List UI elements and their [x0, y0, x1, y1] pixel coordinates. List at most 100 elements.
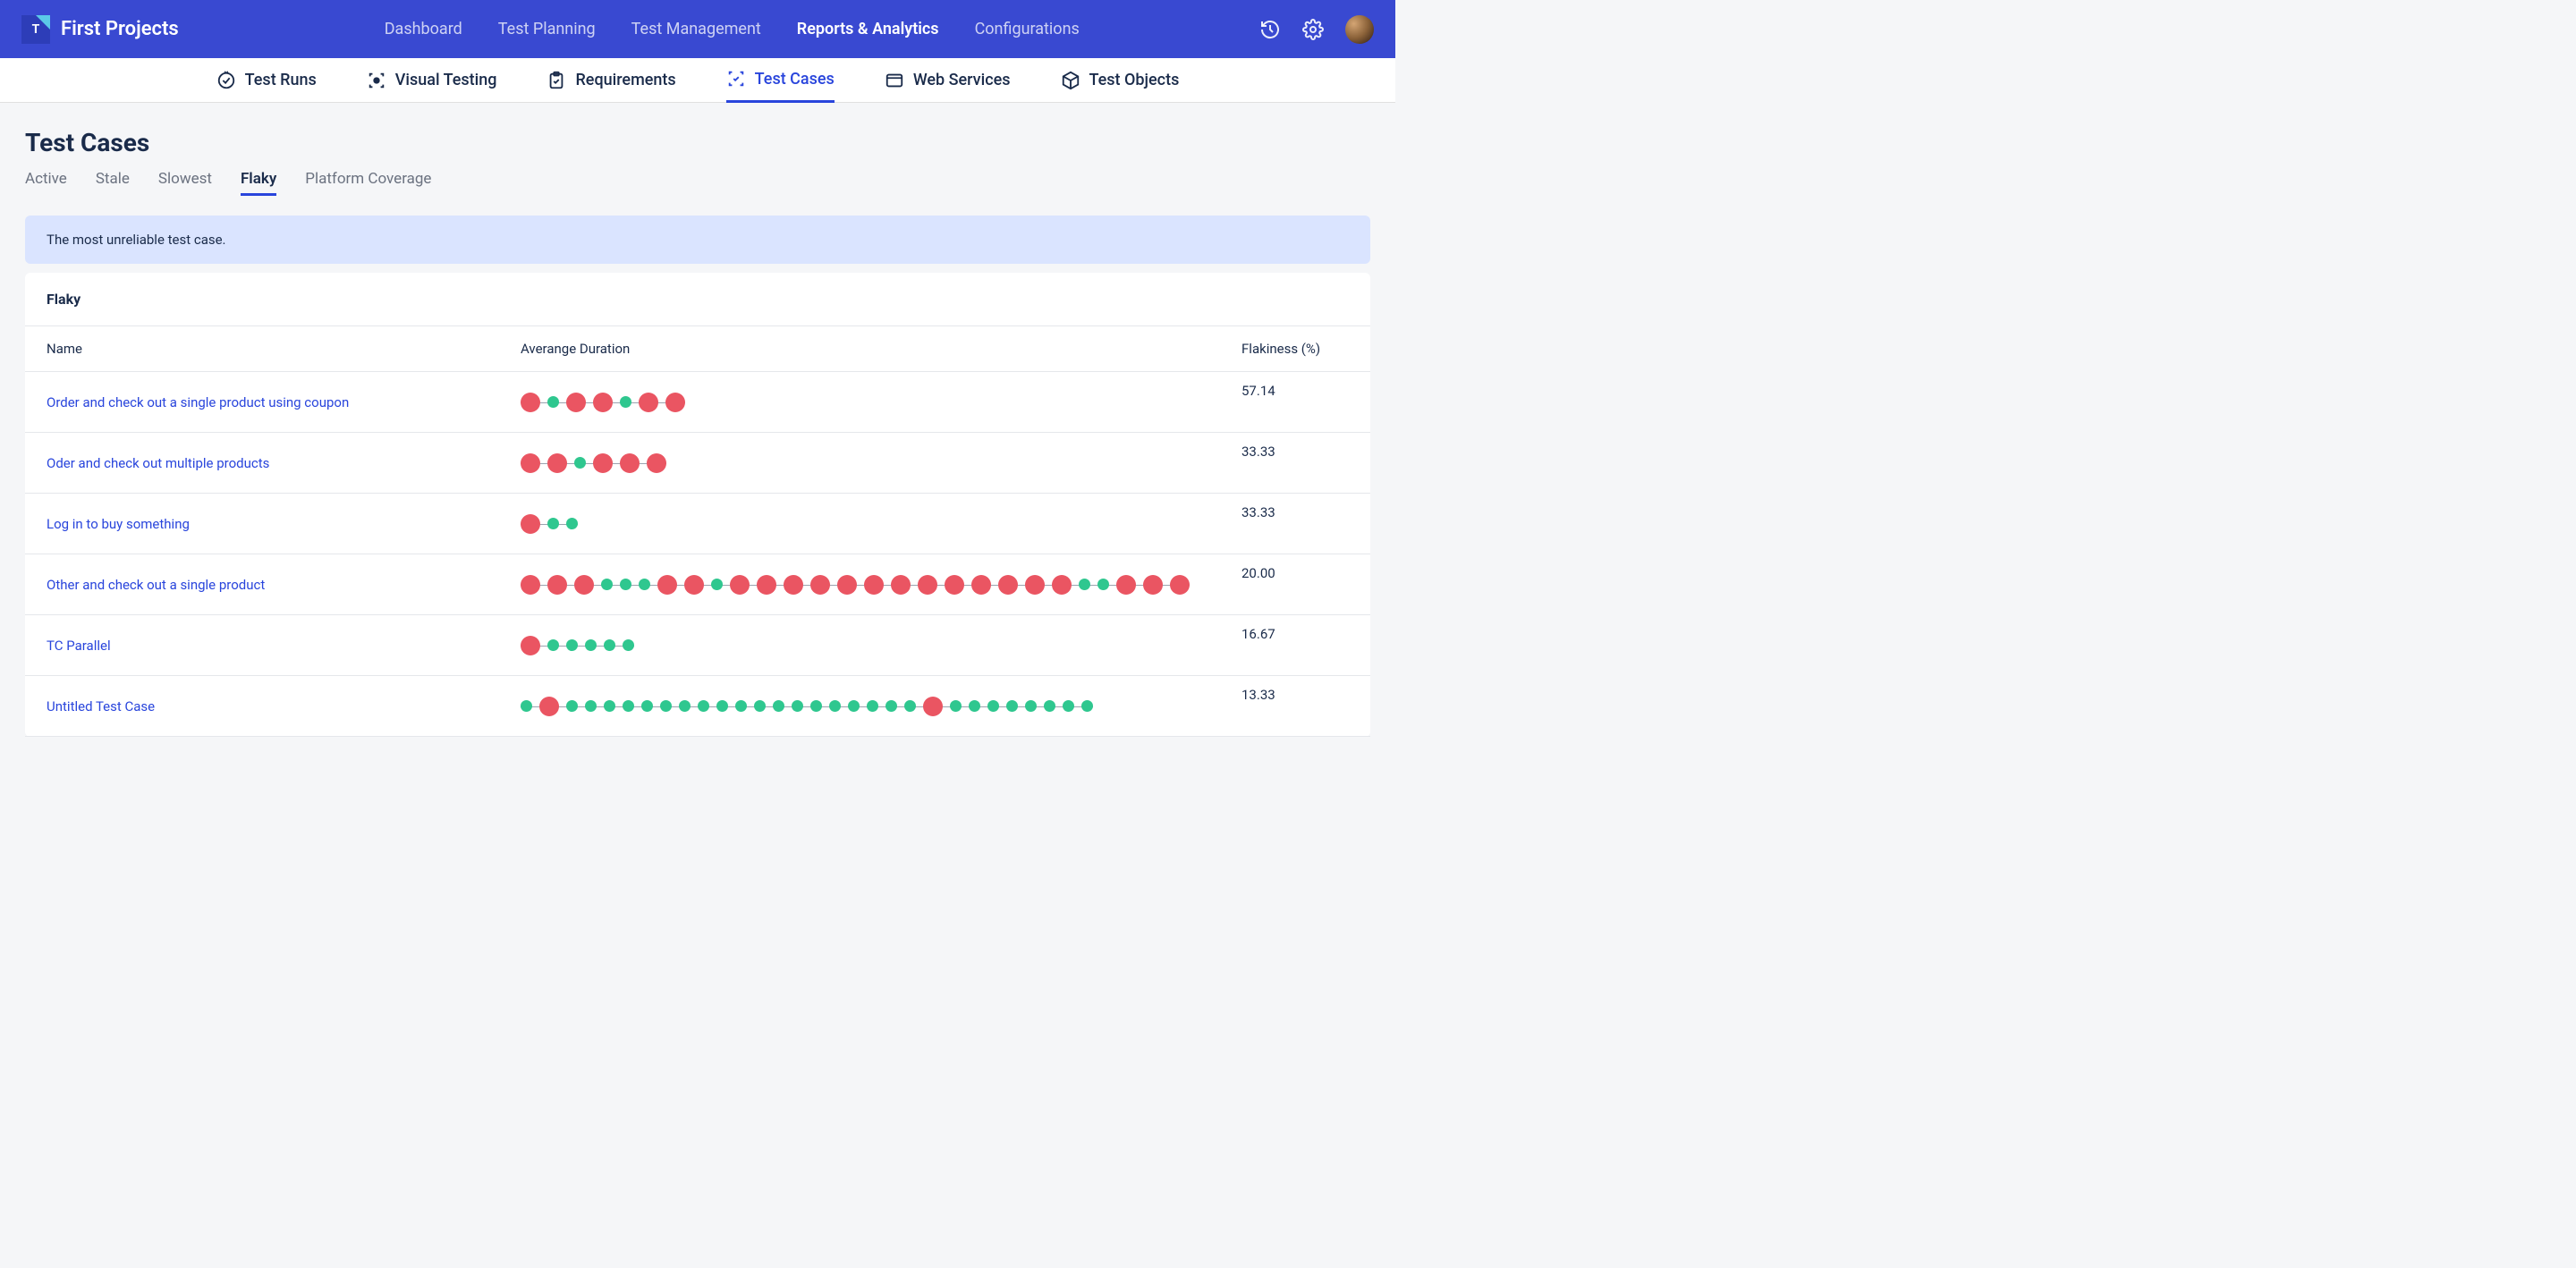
test-case-icon — [726, 69, 746, 89]
table-row: Oder and check out multiple products 33.3… — [25, 433, 1370, 494]
status-dot-pass — [1063, 700, 1074, 712]
sub-nav-label: Requirements — [575, 71, 675, 89]
duration-dots — [521, 636, 1241, 655]
status-dot-pass — [904, 700, 916, 712]
status-dot-pass — [716, 700, 728, 712]
sub-nav-test-cases[interactable]: Test Cases — [726, 58, 835, 103]
browser-icon — [885, 71, 904, 90]
status-dot-fail — [1116, 575, 1136, 595]
sub-nav-requirements[interactable]: Requirements — [547, 58, 675, 103]
tab-stale[interactable]: Stale — [96, 170, 130, 196]
main-nav-item-reports-analytics[interactable]: Reports & Analytics — [797, 20, 939, 38]
status-dot-pass — [969, 700, 980, 712]
status-dot-fail — [593, 453, 613, 473]
sub-nav: Test Runs Visual Testing Requirements Test … — [0, 58, 1395, 103]
status-dot-fail — [639, 393, 658, 412]
status-dot-pass — [547, 518, 559, 529]
status-dot-pass — [829, 700, 841, 712]
flakiness-value: 13.33 — [1241, 687, 1349, 703]
status-dot-pass — [521, 700, 532, 712]
logo-section[interactable]: First Projects — [21, 15, 179, 44]
test-case-link[interactable]: Oder and check out multiple products — [47, 455, 521, 471]
sub-nav-test-runs[interactable]: Test Runs — [216, 58, 317, 103]
test-case-link[interactable]: Log in to buy something — [47, 516, 521, 532]
main-nav-item-configurations[interactable]: Configurations — [975, 20, 1080, 38]
status-dot-fail — [566, 393, 586, 412]
status-dot-fail — [521, 393, 540, 412]
status-dot-pass — [1097, 579, 1109, 590]
status-dot-fail — [837, 575, 857, 595]
status-dot-pass — [660, 700, 672, 712]
logo-icon — [21, 15, 50, 44]
column-name[interactable]: Name — [47, 341, 521, 357]
page-title: Test Cases — [25, 128, 1370, 157]
table-row: Other and check out a single product 20.0… — [25, 554, 1370, 615]
tab-flaky[interactable]: Flaky — [241, 170, 276, 196]
status-dot-pass — [773, 700, 784, 712]
flakiness-value: 20.00 — [1241, 565, 1349, 581]
sub-nav-visual-testing[interactable]: Visual Testing — [367, 58, 497, 103]
duration-dots — [521, 575, 1241, 595]
column-duration[interactable]: Averange Duration — [521, 341, 1241, 357]
status-dot-fail — [918, 575, 937, 595]
flakiness-value: 33.33 — [1241, 444, 1349, 460]
project-name: First Projects — [61, 18, 179, 40]
status-dot-fail — [1052, 575, 1072, 595]
main-nav: Dashboard Test Planning Test Management Rep… — [385, 20, 1080, 38]
status-dot-fail — [998, 575, 1018, 595]
status-dot-pass — [886, 700, 897, 712]
column-flakiness[interactable]: Flakiness (%) — [1241, 341, 1349, 357]
test-case-link[interactable]: Other and check out a single product — [47, 577, 521, 593]
duration-dots — [521, 453, 1241, 473]
status-dot-fail — [1143, 575, 1163, 595]
status-dot-pass — [679, 700, 691, 712]
content: Test Cases Active Stale Slowest Flaky Platfo… — [0, 103, 1395, 762]
table-row: Order and check out a single product usi… — [25, 372, 1370, 433]
status-dot-pass — [623, 700, 634, 712]
test-case-link[interactable]: Order and check out a single product usi… — [47, 394, 521, 410]
status-dot-pass — [620, 396, 631, 408]
status-dot-fail — [923, 697, 943, 716]
main-nav-item-test-management[interactable]: Test Management — [631, 20, 761, 38]
status-dot-fail — [757, 575, 776, 595]
main-nav-item-dashboard[interactable]: Dashboard — [385, 20, 462, 38]
flaky-card: Flaky Name Averange Duration Flakiness (… — [25, 273, 1370, 737]
status-dot-fail — [1025, 575, 1045, 595]
tab-slowest[interactable]: Slowest — [158, 170, 212, 196]
status-dot-pass — [1081, 700, 1093, 712]
status-dot-pass — [639, 579, 650, 590]
settings-icon[interactable] — [1302, 19, 1324, 40]
check-circle-icon — [216, 71, 236, 90]
table-row: Untitled Test Case 13.33 — [25, 676, 1370, 737]
sub-nav-web-services[interactable]: Web Services — [885, 58, 1011, 103]
status-dot-pass — [566, 639, 578, 651]
tab-active[interactable]: Active — [25, 170, 67, 196]
status-dot-pass — [547, 639, 559, 651]
status-dot-fail — [945, 575, 964, 595]
status-dot-pass — [867, 700, 878, 712]
test-case-link[interactable]: TC Parallel — [47, 638, 521, 654]
status-dot-pass — [623, 639, 634, 651]
main-nav-item-test-planning[interactable]: Test Planning — [498, 20, 596, 38]
duration-dots — [521, 393, 1241, 412]
status-dot-fail — [521, 514, 540, 534]
history-icon[interactable] — [1259, 19, 1281, 40]
status-dot-fail — [521, 453, 540, 473]
status-dot-fail — [784, 575, 803, 595]
test-case-link[interactable]: Untitled Test Case — [47, 698, 521, 714]
tab-platform-coverage[interactable]: Platform Coverage — [305, 170, 431, 196]
top-nav: First Projects Dashboard Test Planning Tes… — [0, 0, 1395, 58]
status-dot-pass — [1044, 700, 1055, 712]
flakiness-value: 57.14 — [1241, 383, 1349, 399]
status-dot-fail — [521, 575, 540, 595]
status-dot-pass — [601, 579, 613, 590]
status-dot-pass — [792, 700, 803, 712]
status-dot-fail — [810, 575, 830, 595]
sub-nav-label: Test Objects — [1089, 71, 1180, 89]
sub-nav-test-objects[interactable]: Test Objects — [1061, 58, 1180, 103]
status-dot-pass — [566, 700, 578, 712]
status-dot-pass — [547, 396, 559, 408]
info-banner: The most unreliable test case. — [25, 216, 1370, 264]
status-dot-pass — [1025, 700, 1037, 712]
avatar[interactable] — [1345, 15, 1374, 44]
